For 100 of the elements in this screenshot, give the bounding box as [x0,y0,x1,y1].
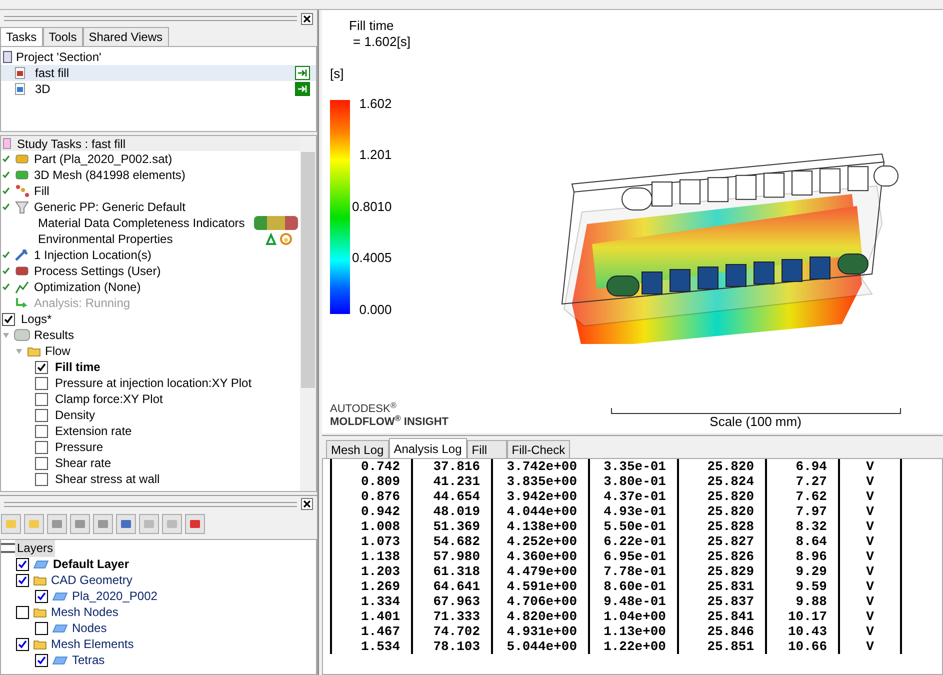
panel-tab[interactable]: Tools [42,27,83,46]
layer-tool-icon[interactable] [185,514,205,534]
panel-tab[interactable]: Tasks [0,27,43,46]
task-item[interactable]: Optimization (None) [34,278,141,296]
checkbox[interactable] [35,424,48,438]
close-icon[interactable] [301,498,313,510]
result-item[interactable]: Extension rate [55,422,132,440]
checkbox[interactable] [16,638,29,650]
log-cell: 1.203 [330,564,411,579]
checkbox[interactable] [16,606,29,618]
folder-icon [33,638,47,650]
checkbox[interactable] [35,392,48,406]
layer-item[interactable]: Tetras [72,651,105,669]
layer-item[interactable]: CAD Geometry [51,571,132,589]
task-item[interactable]: Generic PP: Generic Default [34,198,186,216]
result-item[interactable]: Shear rate [55,454,112,472]
result-item[interactable]: Pressure at injection location:XY Plot [55,374,252,392]
scrollbar[interactable] [300,136,316,491]
folder-icon [33,606,47,618]
layer-icon [52,592,68,600]
result-item[interactable]: Pressure [55,438,104,456]
layer-item[interactable]: Nodes [72,619,107,637]
log-cell: 0.876 [330,489,411,504]
product-text: MOLDFLOW$^{®}$ INSIGHT [330,416,449,429]
result-item[interactable]: Fill time [55,358,100,376]
study-item[interactable]: fast fill [1,65,316,81]
log-cell: 67.963 [411,594,491,609]
checkbox[interactable] [35,360,48,374]
log-cell: 1.22e+00 [588,639,677,654]
checkbox[interactable] [16,574,29,586]
syringe-icon [14,248,30,262]
open-study-icon[interactable] [295,66,310,80]
log-cell: 3.835e+00 [491,474,588,489]
layer-icon [52,656,68,664]
result-item[interactable]: Density [55,406,96,424]
layer-item[interactable]: Mesh Nodes [51,603,118,621]
result-item[interactable]: Clamp force:XY Plot [55,390,163,408]
checkbox[interactable] [35,456,48,470]
log-cell: 1.008 [330,519,411,534]
checkbox[interactable] [35,622,48,634]
task-item[interactable]: 3D Mesh (841998 elements) [34,166,186,184]
scroll-thumb[interactable] [301,152,315,388]
task-item[interactable]: 1 Injection Location(s) [34,246,152,264]
log-cell: 9.59 [765,579,838,594]
layer-item[interactable]: Pla_2020_P002 [72,587,158,605]
checkbox[interactable] [35,472,48,486]
task-item[interactable]: Process Settings (User) [34,262,161,280]
log-cell: 7.78e-01 [588,564,677,579]
log-cell: 54.682 [411,534,491,549]
project-icon [3,51,12,63]
log-tab[interactable]: Fill-Check [506,440,570,458]
panel-tab[interactable]: Shared Views [82,27,169,46]
task-item[interactable]: Fill [34,182,50,200]
log-cell: 48.019 [411,504,491,519]
results-item[interactable]: Results [34,326,74,344]
log-cell: 4.820e+00 [491,609,588,624]
checkbox[interactable] [35,590,48,602]
checkbox[interactable] [35,440,48,454]
log-cell: 1.401 [330,609,411,624]
log-cell: V [838,504,902,519]
log-tab[interactable]: Analysis Log [388,438,467,458]
task-item[interactable]: Material Data Completeness Indicators [38,214,245,232]
open-study-icon[interactable] [295,82,310,96]
log-cell: 9.88 [765,594,838,609]
log-cell: 4.360e+00 [491,549,588,564]
log-tab[interactable]: Fill [466,440,507,458]
checkbox[interactable] [35,408,48,422]
log-cell: 10.43 [765,624,838,639]
close-icon[interactable] [301,12,313,24]
layer-item[interactable]: Default Layer [53,555,130,573]
result-item[interactable]: Shear stress at wall [55,470,160,488]
log-cell: 78.103 [411,639,491,654]
logs-item[interactable]: Logs* [21,310,52,328]
log-cell: 25.846 [677,624,765,639]
checkbox[interactable] [2,312,15,326]
flow-folder[interactable]: Flow [45,342,70,360]
log-cell: V [838,624,902,639]
log-cell: 4.479e+00 [491,564,588,579]
log-cell: 6.94 [765,459,838,474]
log-cell: V [838,609,902,624]
legend-value: 0.000 [359,302,392,318]
log-cell: 4.93e-01 [588,504,677,519]
checkbox[interactable] [35,376,48,390]
study-name: fast fill [35,65,70,82]
log-cell: 25.837 [677,594,765,609]
checkbox[interactable] [35,654,48,666]
study-item[interactable]: 3D [1,81,316,97]
task-item[interactable]: Part (Pla_2020_P002.sat) [34,150,172,168]
log-cell: V [838,474,902,489]
checkbox[interactable] [16,558,29,570]
layer-tool-icon[interactable] [116,514,136,534]
log-tab[interactable]: Mesh Log [326,440,389,458]
layer-item[interactable]: Mesh Elements [51,635,134,653]
result-viewport[interactable]: Fill time = 1.602[s] [s] 1.602 1.201 0.8010 0.4005 0.000 AUTODESK$^{®}$ MOLDFLOW$^{®}$ INSIGHT Scale (100 mm) [322,10,943,433]
task-item[interactable]: Environmental Properties [38,230,173,248]
log-cell: 25.831 [677,579,765,594]
log-cell: 4.138e+00 [491,519,588,534]
log-cell: 3.742e+00 [491,459,588,474]
log-cell: 25.820 [677,489,765,504]
chart-icon [14,280,30,294]
